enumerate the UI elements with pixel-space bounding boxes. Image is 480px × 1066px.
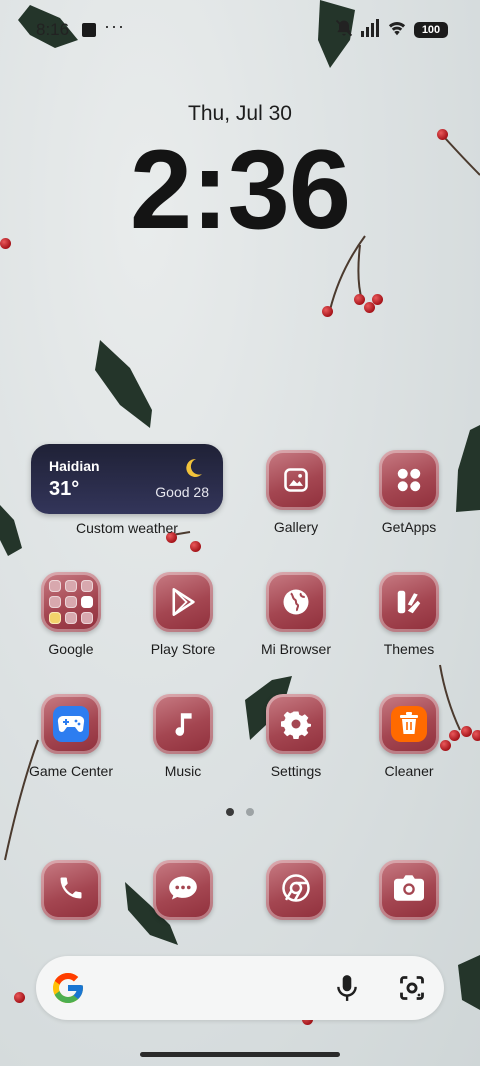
app-mi-browser[interactable]: Mi Browser bbox=[236, 572, 356, 657]
app-label: Settings bbox=[270, 763, 322, 779]
dock-phone[interactable] bbox=[41, 860, 101, 920]
dock-messages[interactable] bbox=[153, 860, 213, 920]
app-label: Game Center bbox=[28, 763, 114, 779]
app-getapps[interactable]: GetApps bbox=[349, 450, 469, 535]
gamepad-icon bbox=[41, 694, 101, 754]
folder-google[interactable]: Google bbox=[11, 572, 131, 657]
app-game-center[interactable]: Game Center bbox=[11, 694, 131, 779]
google-search-bar[interactable] bbox=[36, 956, 444, 1020]
wifi-icon bbox=[386, 19, 408, 42]
chrome-icon bbox=[281, 873, 311, 908]
trash-icon bbox=[379, 694, 439, 754]
weather-widget-label: Custom weather bbox=[76, 520, 178, 536]
play-store-icon bbox=[153, 572, 213, 632]
weather-condition: Good 28 bbox=[155, 484, 209, 500]
status-icons: 100 bbox=[334, 18, 448, 42]
camera-icon bbox=[394, 874, 424, 906]
clock-widget[interactable]: 2:36 bbox=[0, 130, 480, 250]
gear-icon bbox=[266, 694, 326, 754]
weather-city: Haidian bbox=[49, 458, 100, 474]
app-cleaner[interactable]: Cleaner bbox=[349, 694, 469, 779]
app-gallery[interactable]: Gallery bbox=[236, 450, 356, 535]
status-bar: 8:16 ··· 100 bbox=[0, 0, 480, 60]
app-label: Cleaner bbox=[384, 763, 434, 779]
messages-icon bbox=[168, 874, 198, 907]
app-themes[interactable]: Themes bbox=[349, 572, 469, 657]
dock-camera[interactable] bbox=[379, 860, 439, 920]
notification-square-icon bbox=[82, 23, 96, 37]
themes-icon bbox=[379, 572, 439, 632]
notifications-off-icon bbox=[334, 18, 354, 43]
status-time: 8:16 bbox=[36, 20, 70, 39]
gesture-nav-bar[interactable] bbox=[140, 1052, 340, 1057]
google-logo-icon bbox=[50, 970, 86, 1011]
app-label: Gallery bbox=[273, 519, 319, 535]
app-label: Themes bbox=[383, 641, 435, 657]
app-label: GetApps bbox=[381, 519, 437, 535]
weather-widget[interactable]: Haidian 31° Good 28 bbox=[31, 444, 223, 514]
app-play-store[interactable]: Play Store bbox=[123, 572, 243, 657]
app-settings[interactable]: Settings bbox=[236, 694, 356, 779]
cellular-signal-icon bbox=[360, 18, 380, 42]
page-indicator-active[interactable] bbox=[226, 808, 234, 816]
music-note-icon bbox=[153, 694, 213, 754]
lens-icon[interactable] bbox=[398, 974, 426, 1007]
date-text: Thu, Jul 30 bbox=[188, 102, 292, 125]
app-music[interactable]: Music bbox=[123, 694, 243, 779]
dock-chrome[interactable] bbox=[266, 860, 326, 920]
gallery-icon bbox=[266, 450, 326, 510]
weather-temperature: 31° bbox=[49, 478, 80, 500]
app-label: Mi Browser bbox=[260, 641, 331, 657]
moon-icon bbox=[181, 456, 205, 485]
folder-icon bbox=[41, 572, 101, 632]
phone-icon bbox=[57, 874, 85, 907]
getapps-icon bbox=[379, 450, 439, 510]
battery-icon: 100 bbox=[414, 22, 448, 38]
globe-icon bbox=[266, 572, 326, 632]
app-label: Play Store bbox=[150, 641, 216, 657]
app-label: Music bbox=[164, 763, 202, 779]
app-label: Google bbox=[48, 641, 94, 657]
microphone-icon[interactable] bbox=[334, 974, 360, 1007]
page-indicator-inactive[interactable] bbox=[246, 808, 254, 816]
more-notifications-icon: ··· bbox=[104, 16, 125, 36]
